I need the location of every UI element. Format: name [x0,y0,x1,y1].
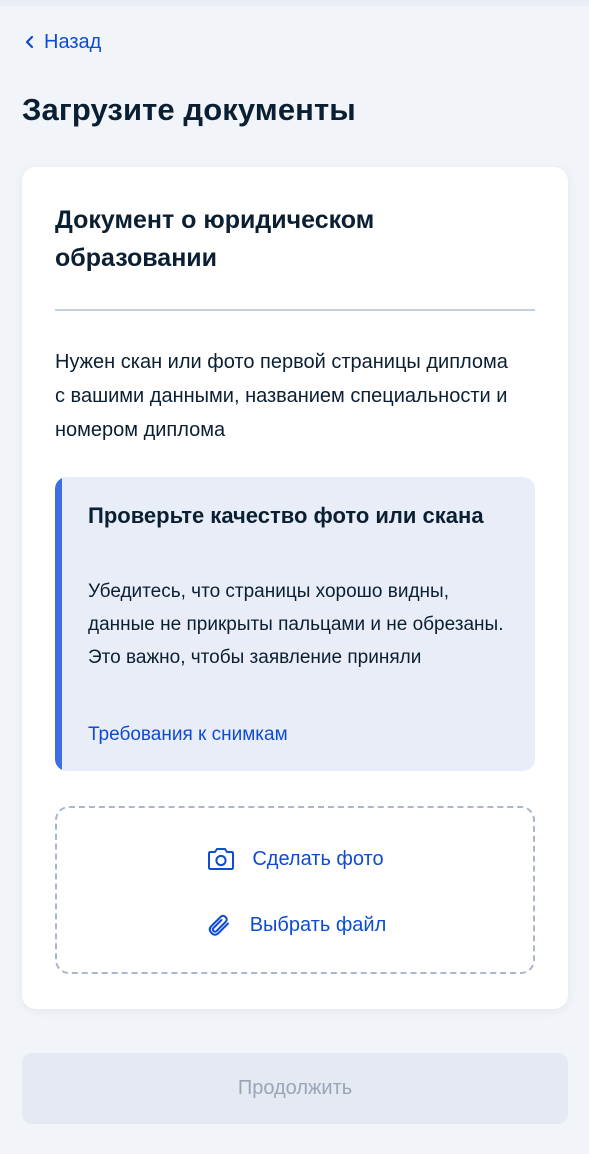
chevron-left-icon [20,32,40,52]
choose-file-label: Выбрать файл [249,913,387,936]
card-description: Нужен скан или фото первой страницы дипл… [55,351,508,441]
take-photo-label: Сделать фото [252,847,384,870]
notice-accent-bar [55,477,62,771]
notice-text: Убедитесь, что страницы хорошо видны, да… [88,581,504,668]
page-title: Загрузите документы [22,92,356,127]
choose-file-button[interactable]: Выбрать файл [57,905,533,945]
continue-button[interactable]: Продолжить [22,1053,568,1124]
document-card: Документ о юридическом образовании Нужен… [22,167,568,1009]
take-photo-button[interactable]: Сделать фото [57,839,533,879]
upload-dropzone[interactable]: Сделать фото Выбрать файл [55,806,535,974]
back-link-label: Назад [44,30,102,53]
back-link[interactable]: Назад [20,28,101,56]
card-title: Документ о юридическом образовании [55,206,375,272]
paperclip-icon [204,910,234,940]
quality-notice: Проверьте качество фото или скана Убедит… [55,477,535,771]
notice-title: Проверьте качество фото или скана [88,503,484,528]
camera-icon [206,844,236,874]
top-strip [0,0,589,6]
card-divider [55,309,535,311]
photo-requirements-link[interactable]: Требования к снимкам [88,721,288,749]
